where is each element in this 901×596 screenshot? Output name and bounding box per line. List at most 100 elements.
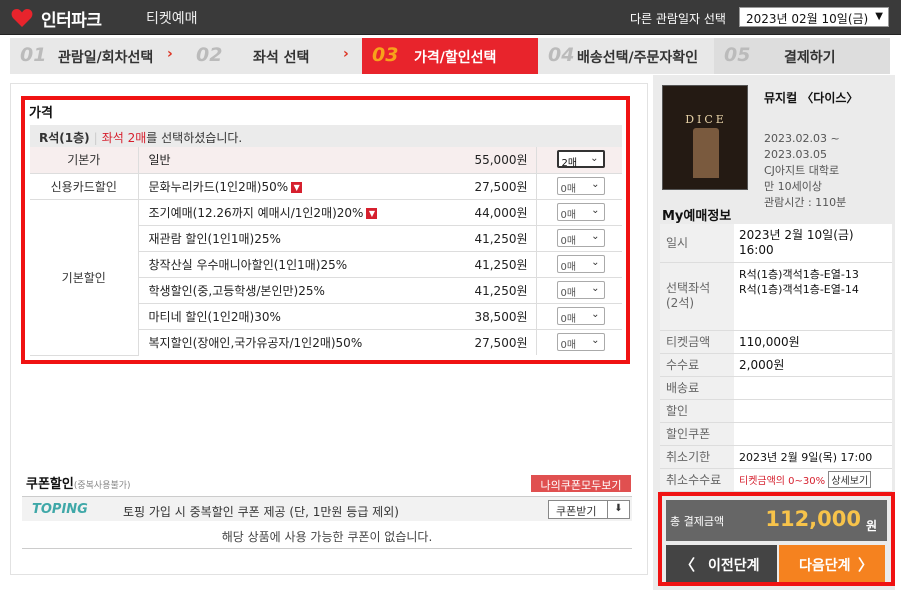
total-amount: 112,000: [765, 507, 861, 531]
discount-coupon-amount: [734, 422, 892, 446]
qty-select[interactable]: 0매 ⌄: [556, 203, 605, 221]
price-category: 기본할인: [30, 199, 139, 356]
qty-value: 0매: [560, 288, 577, 299]
price-name: 학생할인(중,고등학생/본인만)25%: [138, 277, 446, 304]
coupon-title: 쿠폰할인(중복사용불가): [26, 473, 131, 492]
step-number: 04: [548, 44, 575, 66]
date-select[interactable]: 2023년 02월 10일(금) ▼: [739, 7, 889, 27]
cancel-deadline: 2023년 2월 9일(목) 17:00: [734, 445, 892, 469]
table-row: 취소기한 2023년 2월 9일(목) 17:00: [660, 445, 892, 469]
table-row: 수수료 2,000원: [660, 353, 892, 377]
next-step-label: 다음단계: [799, 558, 851, 574]
step-label: 관람일/회차선택: [58, 50, 154, 66]
receive-coupon-label: 쿠폰받기: [556, 505, 597, 518]
price-amount: 27,500원: [446, 329, 537, 355]
table-row: 선택좌석 (2석) R석(1층)객석1층-E열-13 R석(1층)객석1층-E열-14: [660, 262, 892, 331]
show-poster: DICE: [662, 85, 748, 190]
qty-select[interactable]: 0매 ⌄: [556, 177, 605, 195]
qty-value: 0매: [560, 262, 577, 273]
qty-select[interactable]: 0매 ⌄: [556, 255, 605, 273]
qty-select[interactable]: 0매 ⌄: [556, 229, 605, 247]
qty-select[interactable]: 0매 ⌄: [556, 307, 605, 325]
step-number: 05: [724, 44, 751, 66]
table-row: 배송료: [660, 376, 892, 400]
poster-title: DICE: [685, 113, 727, 126]
toping-logo: TOPING: [32, 502, 88, 517]
step-number: 01: [20, 44, 47, 66]
table-row: 할인쿠폰: [660, 422, 892, 446]
seat-count: (2석): [666, 296, 695, 310]
total-unit: 원: [865, 519, 877, 533]
prev-step-button[interactable]: 〈 이전단계: [666, 545, 777, 582]
qty-select[interactable]: 0매 ⌄: [556, 333, 605, 352]
seat-1: R석(1층)객석1층-E열-13: [739, 267, 859, 281]
chevron-down-icon: ⌄: [591, 335, 600, 347]
step-2[interactable]: 02 좌석 선택 ›: [186, 38, 362, 74]
price-name: 복지할인(장애인,국가유공자/1인2매)50%: [148, 335, 363, 350]
step-label: 배송선택/주문자확인: [577, 50, 699, 66]
info-label: 수수료: [660, 353, 734, 377]
step-5[interactable]: 05 결제하기: [714, 38, 890, 74]
poster-column-shape: [693, 128, 719, 178]
next-step-button[interactable]: 다음단계 〉: [779, 545, 885, 582]
coupon-title-note: (중복사용불가): [73, 481, 131, 491]
detail-button[interactable]: 상세보기: [828, 471, 872, 488]
chevron-right-icon: ›: [343, 46, 349, 62]
price-section: 가격 R석(1층) | 좌석 2매를 선택하셨습니다. 기본가 일반 55,000원…: [21, 96, 630, 364]
date-select-value: 2023년 02월 10일(금): [746, 12, 869, 26]
price-amount: 41,250원: [446, 251, 537, 278]
dropdown-info-icon[interactable]: ▼: [291, 181, 303, 193]
qty-select[interactable]: 0매 ⌄: [556, 281, 605, 299]
step-number: 02: [196, 44, 223, 66]
cancel-fee: 티켓금액의 0~30%: [739, 476, 826, 487]
booking-date: 2023년 2월 10일(금): [739, 227, 854, 242]
selected-seat-count: 좌석 2매: [101, 131, 147, 145]
chevron-down-icon: ⌄: [590, 153, 599, 165]
chevron-left-icon: 〈: [680, 556, 696, 574]
my-booking-table: 일시 2023년 2월 10일(금) 16:00 선택좌석 (2석) R석(1층)객석1…: [660, 224, 892, 492]
dropdown-info-icon[interactable]: ▼: [366, 207, 378, 219]
table-row: 신용카드할인 문화누리카드(1인2매)50% ▼ 27,500원 0매 ⌄: [30, 173, 622, 200]
price-name: 창작산실 우수매니아할인(1인1매)25%: [138, 251, 446, 278]
total-section: 총 결제금액 112,000 원 〈 이전단계 다음단계 〉: [658, 492, 895, 586]
seat-grade: R석(1층): [39, 131, 90, 145]
my-booking-title: My예매정보: [662, 209, 732, 224]
price-category: 신용카드할인: [30, 173, 139, 200]
top-bar: 인터파크 티켓예매 다른 관람일자 선택 2023년 02월 10일(금) ▼: [0, 0, 901, 35]
show-runtime: 관람시간 : 110분: [764, 196, 847, 209]
info-label: 배송료: [660, 376, 734, 400]
show-title: 뮤지컬 〈다이스〉: [764, 91, 859, 105]
chevron-down-icon: ⌄: [591, 283, 600, 294]
price-name: 재관람 할인(1인1매)25%: [138, 225, 446, 252]
info-label: 취소기한: [660, 445, 734, 469]
price-name: 문화누리카드(1인2매)50%: [148, 179, 289, 194]
my-coupons-button[interactable]: 나의쿠폰모두보기: [531, 475, 631, 492]
total-label: 총 결제금액: [670, 515, 725, 528]
info-label: 할인: [660, 399, 734, 423]
fee-amount: 2,000원: [734, 353, 892, 377]
logo-subtitle: 티켓예매: [146, 11, 198, 27]
coupon-empty-message: 해당 상품에 사용 가능한 쿠폰이 없습니다.: [22, 521, 632, 549]
price-amount: 41,250원: [446, 277, 537, 304]
price-category: 기본가: [30, 147, 139, 174]
price-name: 조기예매(12.26까지 예매시/1인2매)20%: [148, 205, 364, 220]
logo-text: 인터파크: [41, 11, 102, 31]
prev-step-label: 이전단계: [708, 558, 760, 574]
coupon-description: 토핑 가입 시 중복할인 쿠폰 제공 (단, 1만원 등급 제외): [123, 505, 399, 519]
table-row: 할인: [660, 399, 892, 423]
chevron-right-icon: ›: [167, 46, 173, 62]
download-icon: ⬇: [607, 501, 629, 518]
table-row: 기본가 일반 55,000원 2매 ⌄: [30, 147, 622, 174]
chevron-down-icon: ⌄: [591, 257, 600, 268]
qty-select[interactable]: 2매 ⌄: [556, 150, 605, 169]
price-amount: 27,500원: [446, 173, 537, 200]
step-1[interactable]: 01 관람일/회차선택 ›: [10, 38, 186, 74]
seat-2: R석(1층)객석1층-E열-14: [739, 282, 859, 296]
date-select-label: 다른 관람일자 선택: [630, 12, 726, 26]
price-title: 가격: [29, 106, 53, 121]
step-3[interactable]: 03 가격/할인선택: [362, 38, 538, 74]
qty-value: 0매: [560, 340, 577, 352]
step-label: 결제하기: [784, 50, 836, 66]
step-4[interactable]: 04 배송선택/주문자확인: [538, 38, 714, 74]
receive-coupon-button[interactable]: 쿠폰받기 ⬇: [548, 500, 630, 519]
